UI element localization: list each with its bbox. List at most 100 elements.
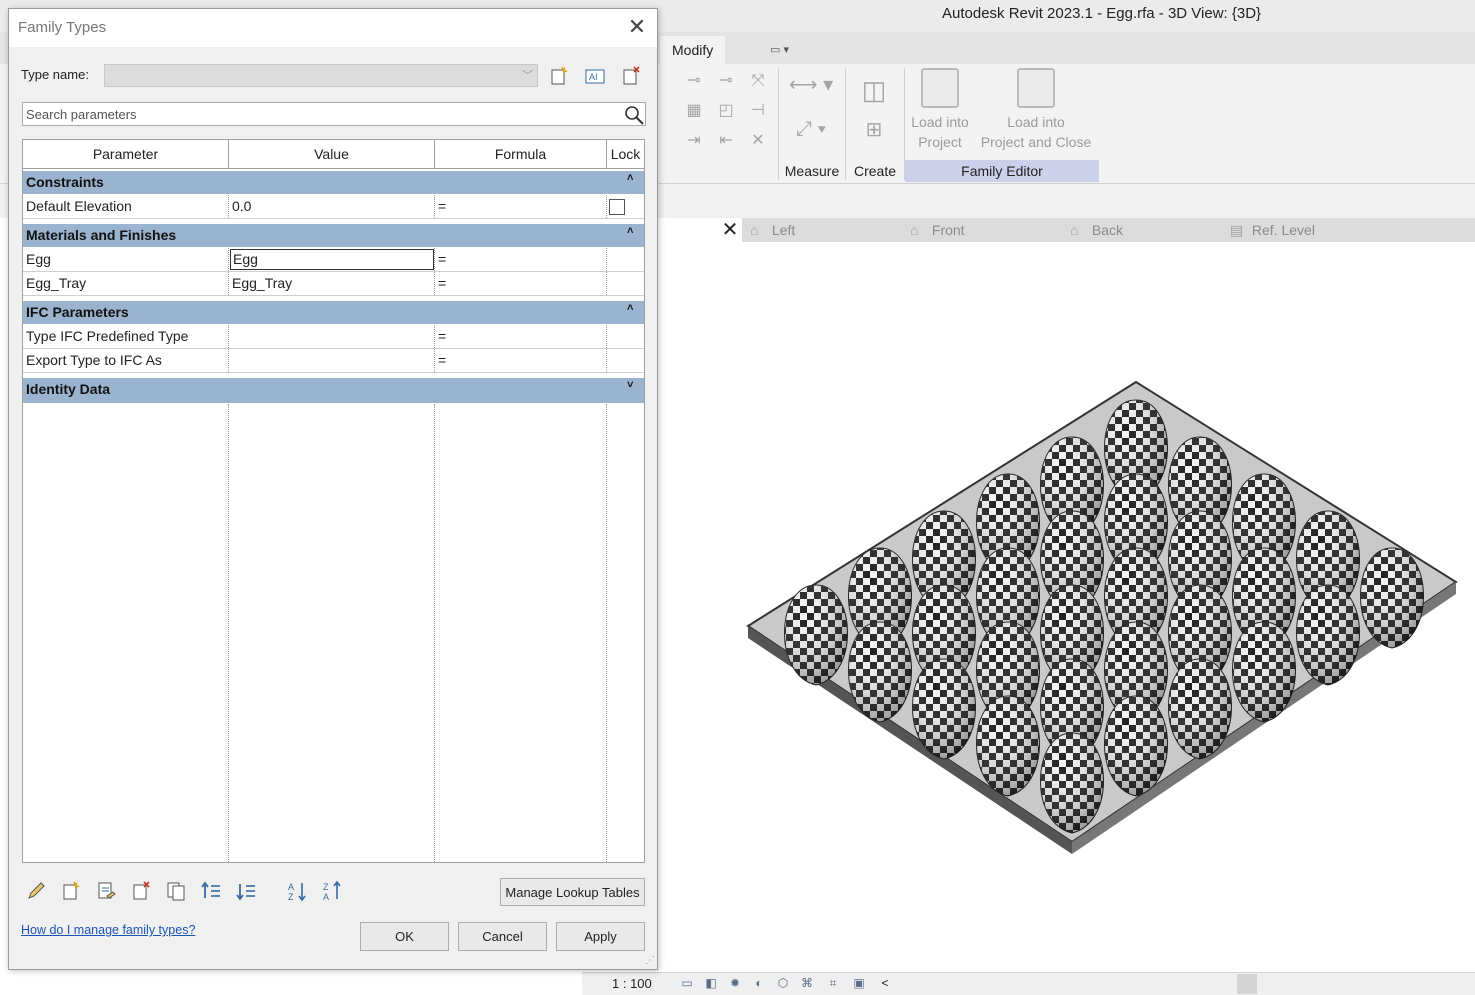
svg-text:A: A [323, 892, 329, 902]
search-box [22, 102, 646, 126]
type-name-select[interactable]: ﹀ [104, 64, 538, 87]
split-gap-icon[interactable]: ⇤ [716, 132, 736, 150]
sort-ascending-button[interactable]: AZ [285, 880, 311, 904]
help-link[interactable]: How do I manage family types? [21, 923, 195, 937]
sort-descending-button[interactable]: ZA [320, 880, 346, 904]
delete-icon[interactable]: ✕ [748, 132, 768, 150]
param-row-default-elevation[interactable]: Default Elevation 0.0 = [23, 195, 644, 219]
load-into-project-icon [921, 68, 959, 108]
new-type-button[interactable] [547, 65, 571, 87]
group-materials-and-finishes[interactable]: Materials and Finishes ˄ [23, 223, 644, 247]
duplicate-parameter-button[interactable] [163, 880, 189, 904]
param-value-editor[interactable]: Egg [230, 249, 434, 270]
horizontal-scrollbar[interactable] [1237, 974, 1257, 994]
move-down-button[interactable] [233, 880, 259, 904]
apply-button[interactable]: Apply [556, 922, 645, 951]
collapse-group-icon[interactable]: ˄ [627, 225, 633, 237]
param-value[interactable]: 0.0 [229, 195, 435, 218]
delete-parameter-button[interactable] [128, 880, 154, 904]
delete-type-button[interactable] [619, 65, 643, 87]
close-icon[interactable]: ✕ [625, 15, 649, 39]
parameters-grid: Parameter Value Formula Lock Constraints… [22, 139, 645, 863]
visual-style-icon[interactable]: ◧ [702, 976, 720, 991]
tab-modify[interactable]: Modify [660, 36, 726, 64]
group-constraints[interactable]: Constraints ˄ [23, 170, 644, 194]
panel-measure-label: Measure [784, 163, 840, 179]
dialog-titlebar[interactable]: Family Types ✕ [9, 9, 657, 47]
close-view-icon[interactable]: ✕ [720, 218, 740, 242]
panel-family-editor-label: Family Editor [905, 160, 1099, 182]
resize-grip-icon[interactable]: ⋰ [645, 955, 657, 967]
edit-parameter-button[interactable] [23, 880, 49, 904]
3d-viewport[interactable] [660, 242, 1475, 970]
search-icon[interactable] [623, 104, 645, 126]
detail-level-icon[interactable]: ▭ [678, 976, 696, 991]
column-header-lock[interactable]: Lock [607, 140, 644, 169]
manage-lookup-tables-button[interactable]: Manage Lookup Tables [500, 878, 645, 906]
search-input[interactable] [26, 106, 616, 122]
chevron-down-icon: ﹀ [522, 70, 533, 82]
load-into-project-button[interactable]: Load into Project [906, 68, 974, 152]
align-icon[interactable]: ⊸ [684, 72, 704, 90]
param-lock-cell [607, 272, 644, 295]
ok-button[interactable]: OK [360, 922, 449, 951]
collapse-group-icon[interactable]: ˄ [627, 302, 633, 314]
param-formula[interactable]: = [435, 349, 607, 372]
sun-path-icon[interactable]: ✹ [726, 976, 744, 991]
param-value[interactable]: Egg_Tray [229, 272, 435, 295]
param-row-egg-tray[interactable]: Egg_Tray Egg_Tray = [23, 272, 644, 296]
show-crop-icon[interactable]: ⌗ [824, 976, 842, 991]
view-tab-ref-level[interactable]: ▤ Ref. Level [1230, 220, 1315, 240]
expand-group-icon[interactable]: ˅ [627, 379, 633, 391]
param-formula[interactable]: = [435, 272, 607, 295]
create-similar-icon[interactable]: ◫ [854, 72, 894, 108]
split-icon[interactable]: ⇥ [684, 132, 704, 150]
new-parameter-button[interactable] [58, 880, 84, 904]
temp-hide-icon[interactable]: ▣ [850, 976, 868, 991]
param-value[interactable] [229, 325, 435, 348]
offset-icon[interactable]: ⊸ [716, 72, 736, 90]
group-ifc-parameters[interactable]: IFC Parameters ˄ [23, 300, 644, 324]
measure-icon[interactable]: ⤢ ▾ [786, 119, 836, 139]
lock-checkbox[interactable] [609, 199, 625, 215]
create-group-icon[interactable]: ⊞ [854, 112, 894, 148]
view-scale[interactable]: 1 : 100 [612, 976, 652, 991]
param-value[interactable] [229, 349, 435, 372]
view-tab-front[interactable]: ⌂ Front [910, 220, 965, 240]
param-row-type-ifc-predefined-type[interactable]: Type IFC Predefined Type = [23, 325, 644, 349]
trim-icon[interactable]: ⤧ [748, 72, 768, 90]
param-formula[interactable]: = [435, 248, 607, 271]
pin-icon[interactable]: ⊣ [748, 102, 768, 120]
param-row-egg[interactable]: Egg Egg = [23, 248, 644, 272]
cancel-button[interactable]: Cancel [458, 922, 547, 951]
group-identity-data[interactable]: Identity Data ˅ [23, 377, 644, 403]
view-tab-left[interactable]: ⌂ Left [750, 220, 795, 240]
delete-parameter-icon [133, 881, 150, 900]
collapse-chevron-icon[interactable]: < [876, 976, 894, 991]
pencil-icon [28, 882, 45, 899]
param-lock-cell [607, 325, 644, 348]
collapse-group-icon[interactable]: ˄ [627, 172, 633, 184]
crop-view-icon[interactable]: ⌘ [798, 976, 816, 991]
array-icon[interactable]: ▦ [684, 102, 704, 120]
column-header-formula[interactable]: Formula [435, 140, 607, 169]
view-tab-back[interactable]: ⌂ Back [1070, 220, 1123, 240]
edit-parameter-properties-button[interactable] [93, 880, 119, 904]
contextual-dropdown-icon[interactable]: ▭ ▾ [758, 36, 801, 64]
shadows-icon[interactable]: ◐ [750, 976, 768, 991]
scale-icon[interactable]: ◰ [716, 102, 736, 120]
svg-text:A: A [288, 882, 294, 892]
load-into-project-and-close-button[interactable]: Load into Project and Close [976, 68, 1096, 152]
egg-tray-model [746, 380, 1458, 854]
move-up-button[interactable] [198, 880, 224, 904]
grid-header: Parameter Value Formula Lock [23, 140, 644, 169]
sort-descending-icon: ZA [323, 880, 341, 902]
param-formula[interactable]: = [435, 325, 607, 348]
param-formula[interactable]: = [435, 195, 607, 218]
render-icon[interactable]: ⬡ [774, 976, 792, 991]
column-header-value[interactable]: Value [229, 140, 435, 169]
rename-type-button[interactable]: AI [583, 65, 607, 87]
param-row-export-type-to-ifc-as[interactable]: Export Type to IFC As = [23, 349, 644, 373]
aligned-dimension-icon[interactable]: ⟷ ▾ [786, 75, 836, 95]
column-header-parameter[interactable]: Parameter [23, 140, 229, 169]
